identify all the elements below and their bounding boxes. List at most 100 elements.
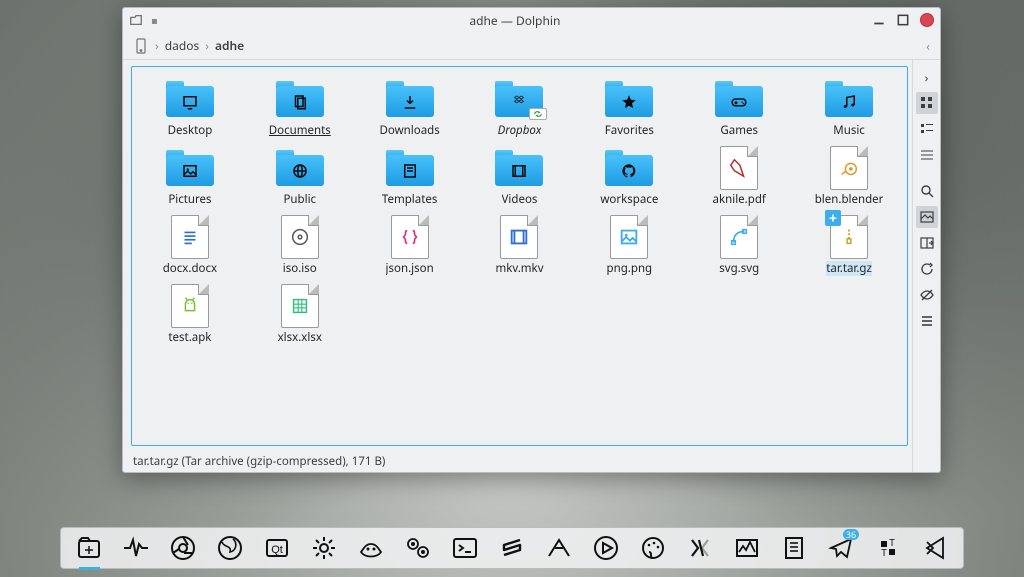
item-label: Desktop [168, 123, 213, 138]
item-label: Templates [382, 192, 437, 207]
file-docx-docx[interactable]: docx.docx [136, 215, 244, 276]
taskbar-tweaks-icon[interactable] [404, 533, 433, 563]
folder-icon [605, 150, 653, 186]
add-emblem-icon: + [825, 210, 841, 226]
taskbar-typography-icon[interactable]: TT [873, 533, 902, 563]
refresh-button[interactable] [916, 258, 938, 280]
folder-public[interactable]: Public [246, 146, 354, 207]
file-test-apk[interactable]: test.apk [136, 284, 244, 345]
item-label: Favorites [605, 123, 654, 138]
item-label: workspace [600, 192, 658, 207]
file-svg-svg[interactable]: svg.svg [685, 215, 793, 276]
taskbar-kate-icon[interactable] [685, 533, 714, 563]
taskbar-krita-icon[interactable] [638, 533, 667, 563]
titlebar[interactable]: ▪ adhe — Dolphin [123, 8, 940, 32]
folder-desktop[interactable]: Desktop [136, 77, 244, 138]
folder-icon [605, 81, 653, 117]
taskbar[interactable]: Qt 36 TT [60, 527, 964, 569]
taskbar-settings-icon[interactable] [310, 533, 339, 563]
breadcrumb-separator: › [205, 37, 209, 54]
file-xlsx-xlsx[interactable]: xlsx.xlsx [246, 284, 354, 345]
hidden-files-button[interactable] [916, 284, 938, 306]
folder-icon [825, 81, 873, 117]
item-label: svg.svg [719, 261, 759, 276]
breadcrumb: › dados › adhe ‹ [123, 32, 940, 60]
folder-icon [495, 81, 543, 117]
pin-indicator: ▪ [151, 13, 158, 27]
split-button[interactable] [916, 232, 938, 254]
file-view[interactable]: Desktop Documents Downloads Dropbox Favo… [131, 66, 908, 446]
folder-icon [495, 150, 543, 186]
taskbar-badge: 36 [843, 529, 859, 540]
folder-workspace[interactable]: workspace [575, 146, 683, 207]
item-label: mkv.mkv [495, 261, 543, 276]
app-icon [129, 13, 143, 27]
taskbar-notes-icon[interactable] [779, 533, 808, 563]
item-label: aknile.pdf [713, 192, 766, 207]
file-tar-tar-gz[interactable]: +tar.tar.gz [795, 215, 903, 276]
taskbar-vscode-icon[interactable] [920, 533, 949, 563]
nav-forward-button[interactable]: › [916, 66, 938, 88]
folder-icon [276, 150, 324, 186]
view-compact-button[interactable] [916, 118, 938, 140]
folder-pictures[interactable]: Pictures [136, 146, 244, 207]
taskbar-qt-creator-icon[interactable]: Qt [263, 533, 292, 563]
file-icon [391, 215, 429, 259]
view-details-button[interactable] [916, 144, 938, 166]
item-label: Public [283, 192, 316, 207]
item-label: Dropbox [498, 123, 542, 138]
right-toolstrip: › [912, 60, 940, 472]
item-label: png.png [607, 261, 653, 276]
maximize-button[interactable] [896, 13, 910, 27]
folder-icon [386, 81, 434, 117]
nav-back-glyph[interactable]: ‹ [926, 37, 930, 54]
item-label: Music [833, 123, 865, 138]
window-title: adhe — Dolphin [158, 12, 872, 29]
file-png-png[interactable]: png.png [575, 215, 683, 276]
taskbar-sublime-icon[interactable] [498, 533, 527, 563]
folder-music[interactable]: Music [795, 77, 903, 138]
folder-templates[interactable]: Templates [356, 146, 464, 207]
dolphin-window: ▪ adhe — Dolphin › dados › adhe ‹ [122, 7, 941, 473]
view-icons-button[interactable] [916, 92, 938, 114]
folder-videos[interactable]: Videos [466, 146, 574, 207]
item-label: Videos [502, 192, 538, 207]
item-label: Games [720, 123, 758, 138]
file-icon [500, 215, 538, 259]
taskbar-terminal-icon[interactable] [451, 533, 480, 563]
folder-games[interactable]: Games [685, 77, 793, 138]
taskbar-kdenlive-icon[interactable] [544, 533, 573, 563]
item-label: Documents [269, 123, 331, 138]
menu-button[interactable] [916, 310, 938, 332]
taskbar-chrome-icon[interactable] [169, 533, 198, 563]
breadcrumb-segment-1[interactable]: adhe [215, 37, 244, 54]
file-blen-blender[interactable]: blen.blender [795, 146, 903, 207]
taskbar-activity-icon[interactable] [732, 533, 761, 563]
taskbar-media-player-icon[interactable] [591, 533, 620, 563]
breadcrumb-segment-0[interactable]: dados [165, 37, 200, 54]
folder-icon [276, 81, 324, 117]
svg-text:Qt: Qt [271, 544, 283, 556]
taskbar-firefox-icon[interactable] [216, 533, 245, 563]
file-icon [720, 215, 758, 259]
taskbar-telegram-icon[interactable]: 36 [826, 533, 855, 563]
file-iso-iso[interactable]: iso.iso [246, 215, 354, 276]
file-aknile-pdf[interactable]: aknile.pdf [685, 146, 793, 207]
preview-button[interactable] [916, 206, 938, 228]
search-button[interactable] [916, 180, 938, 202]
taskbar-gimp-icon[interactable] [357, 533, 386, 563]
folder-icon [386, 150, 434, 186]
taskbar-system-monitor-icon[interactable] [122, 533, 151, 563]
file-json-json[interactable]: json.json [356, 215, 464, 276]
folder-documents[interactable]: Documents [246, 77, 354, 138]
item-label: docx.docx [163, 261, 217, 276]
close-button[interactable] [920, 13, 934, 27]
file-mkv-mkv[interactable]: mkv.mkv [466, 215, 574, 276]
folder-dropbox[interactable]: Dropbox [466, 77, 574, 138]
device-icon[interactable] [133, 38, 149, 54]
taskbar-files-icon[interactable] [75, 533, 104, 563]
item-label: json.json [386, 261, 434, 276]
folder-favorites[interactable]: Favorites [575, 77, 683, 138]
minimize-button[interactable] [872, 13, 886, 27]
folder-downloads[interactable]: Downloads [356, 77, 464, 138]
